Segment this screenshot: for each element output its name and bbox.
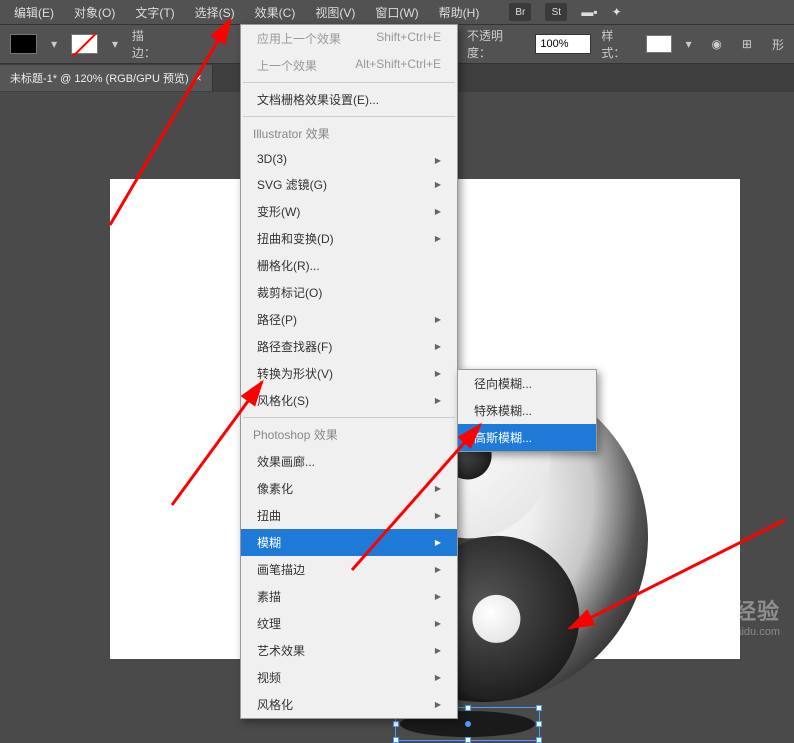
blur-submenu: 径向模糊... 特殊模糊... 高斯模糊... (457, 369, 597, 452)
sync-icon[interactable]: ✦ (612, 5, 622, 19)
submenu-gaussian-blur[interactable]: 高斯模糊... (458, 424, 596, 451)
menu-texture[interactable]: 纹理 (241, 610, 457, 637)
submenu-smart-blur[interactable]: 特殊模糊... (458, 397, 596, 424)
style-dropdown[interactable]: ▾ (682, 35, 696, 53)
handle-center[interactable] (465, 721, 471, 727)
menu-distort[interactable]: 扭曲 (241, 502, 457, 529)
menu-3d[interactable]: 3D(3) (241, 147, 457, 171)
tab-title: 未标题-1* @ 120% (RGB/GPU 预览) (10, 70, 189, 86)
menu-effect-gallery[interactable]: 效果画廊... (241, 448, 457, 475)
arrange-icon[interactable]: ▬▪ (581, 5, 597, 19)
menu-svg-filters[interactable]: SVG 滤镜(G) (241, 171, 457, 198)
fill-color-swatch[interactable] (10, 34, 37, 54)
document-tab[interactable]: 未标题-1* @ 120% (RGB/GPU 预览) × (0, 65, 213, 91)
menu-crop-marks[interactable]: 裁剪标记(O) (241, 279, 457, 306)
menu-stylize-ai[interactable]: 风格化(S) (241, 387, 457, 414)
menu-artistic[interactable]: 艺术效果 (241, 637, 457, 664)
handle-bottom-right[interactable] (536, 737, 542, 743)
watermark-url: jingyan.baidu.com (661, 626, 780, 638)
opacity-input[interactable] (535, 34, 591, 54)
stock-icon[interactable]: St (545, 3, 567, 21)
handle-left-center[interactable] (393, 721, 399, 727)
menu-stylize-ps[interactable]: 风格化 (241, 691, 457, 718)
menu-convert-shape[interactable]: 转换为形状(V) (241, 360, 457, 387)
effect-menu: 应用上一个效果Shift+Ctrl+E 上一个效果Alt+Shift+Ctrl+… (240, 24, 458, 719)
shape-icon[interactable]: 形 (772, 36, 784, 53)
style-swatch[interactable] (646, 35, 671, 53)
menu-distort-transform[interactable]: 扭曲和变换(D) (241, 225, 457, 252)
menu-text[interactable]: 文字(T) (125, 0, 184, 25)
menu-select[interactable]: 选择(S) (185, 0, 245, 25)
bridge-icon[interactable]: Br (509, 3, 531, 21)
menu-apply-last-effect: 应用上一个效果Shift+Ctrl+E (241, 25, 457, 52)
align-icon[interactable]: ⊞ (742, 37, 752, 51)
handle-bottom-left[interactable] (393, 737, 399, 743)
handle-right-center[interactable] (536, 721, 542, 727)
handle-top-center[interactable] (465, 705, 471, 711)
menu-rasterize[interactable]: 栅格化(R)... (241, 252, 457, 279)
menu-doc-raster-settings[interactable]: 文档栅格效果设置(E)... (241, 86, 457, 113)
watermark-logo: Baidu 经验 (661, 594, 780, 626)
close-icon[interactable]: × (195, 71, 202, 85)
menu-pixelate[interactable]: 像素化 (241, 475, 457, 502)
submenu-radial-blur[interactable]: 径向模糊... (458, 370, 596, 397)
handle-top-right[interactable] (536, 705, 542, 711)
recolor-icon[interactable]: ◉ (711, 37, 721, 51)
menu-last-effect: 上一个效果Alt+Shift+Ctrl+E (241, 52, 457, 79)
menu-edit[interactable]: 编辑(E) (4, 0, 64, 25)
menu-object[interactable]: 对象(O) (64, 0, 125, 25)
menubar: 编辑(E) 对象(O) 文字(T) 选择(S) 效果(C) 视图(V) 窗口(W… (0, 0, 794, 24)
menu-pathfinder[interactable]: 路径查找器(F) (241, 333, 457, 360)
menu-video[interactable]: 视频 (241, 664, 457, 691)
menu-effect[interactable]: 效果(C) (245, 0, 306, 25)
menu-warp[interactable]: 变形(W) (241, 198, 457, 225)
menu-sketch[interactable]: 素描 (241, 583, 457, 610)
menu-brush-strokes[interactable]: 画笔描边 (241, 556, 457, 583)
fill-dropdown[interactable]: ▾ (47, 35, 61, 53)
illustrator-effects-header: Illustrator 效果 (241, 120, 457, 147)
watermark: Baidu 经验 jingyan.baidu.com (661, 594, 780, 638)
menu-window[interactable]: 窗口(W) (365, 0, 428, 25)
stroke-dropdown[interactable]: ▾ (108, 35, 122, 53)
handle-bottom-center[interactable] (465, 737, 471, 743)
stroke-color-swatch[interactable] (71, 34, 98, 54)
stroke-label: 描边： (132, 27, 167, 61)
photoshop-effects-header: Photoshop 效果 (241, 421, 457, 448)
menu-path[interactable]: 路径(P) (241, 306, 457, 333)
opacity-label: 不透明度： (467, 27, 525, 61)
menu-view[interactable]: 视图(V) (305, 0, 365, 25)
menu-blur[interactable]: 模糊 (241, 529, 457, 556)
style-label: 样式： (601, 27, 636, 61)
menu-help[interactable]: 帮助(H) (429, 0, 490, 25)
